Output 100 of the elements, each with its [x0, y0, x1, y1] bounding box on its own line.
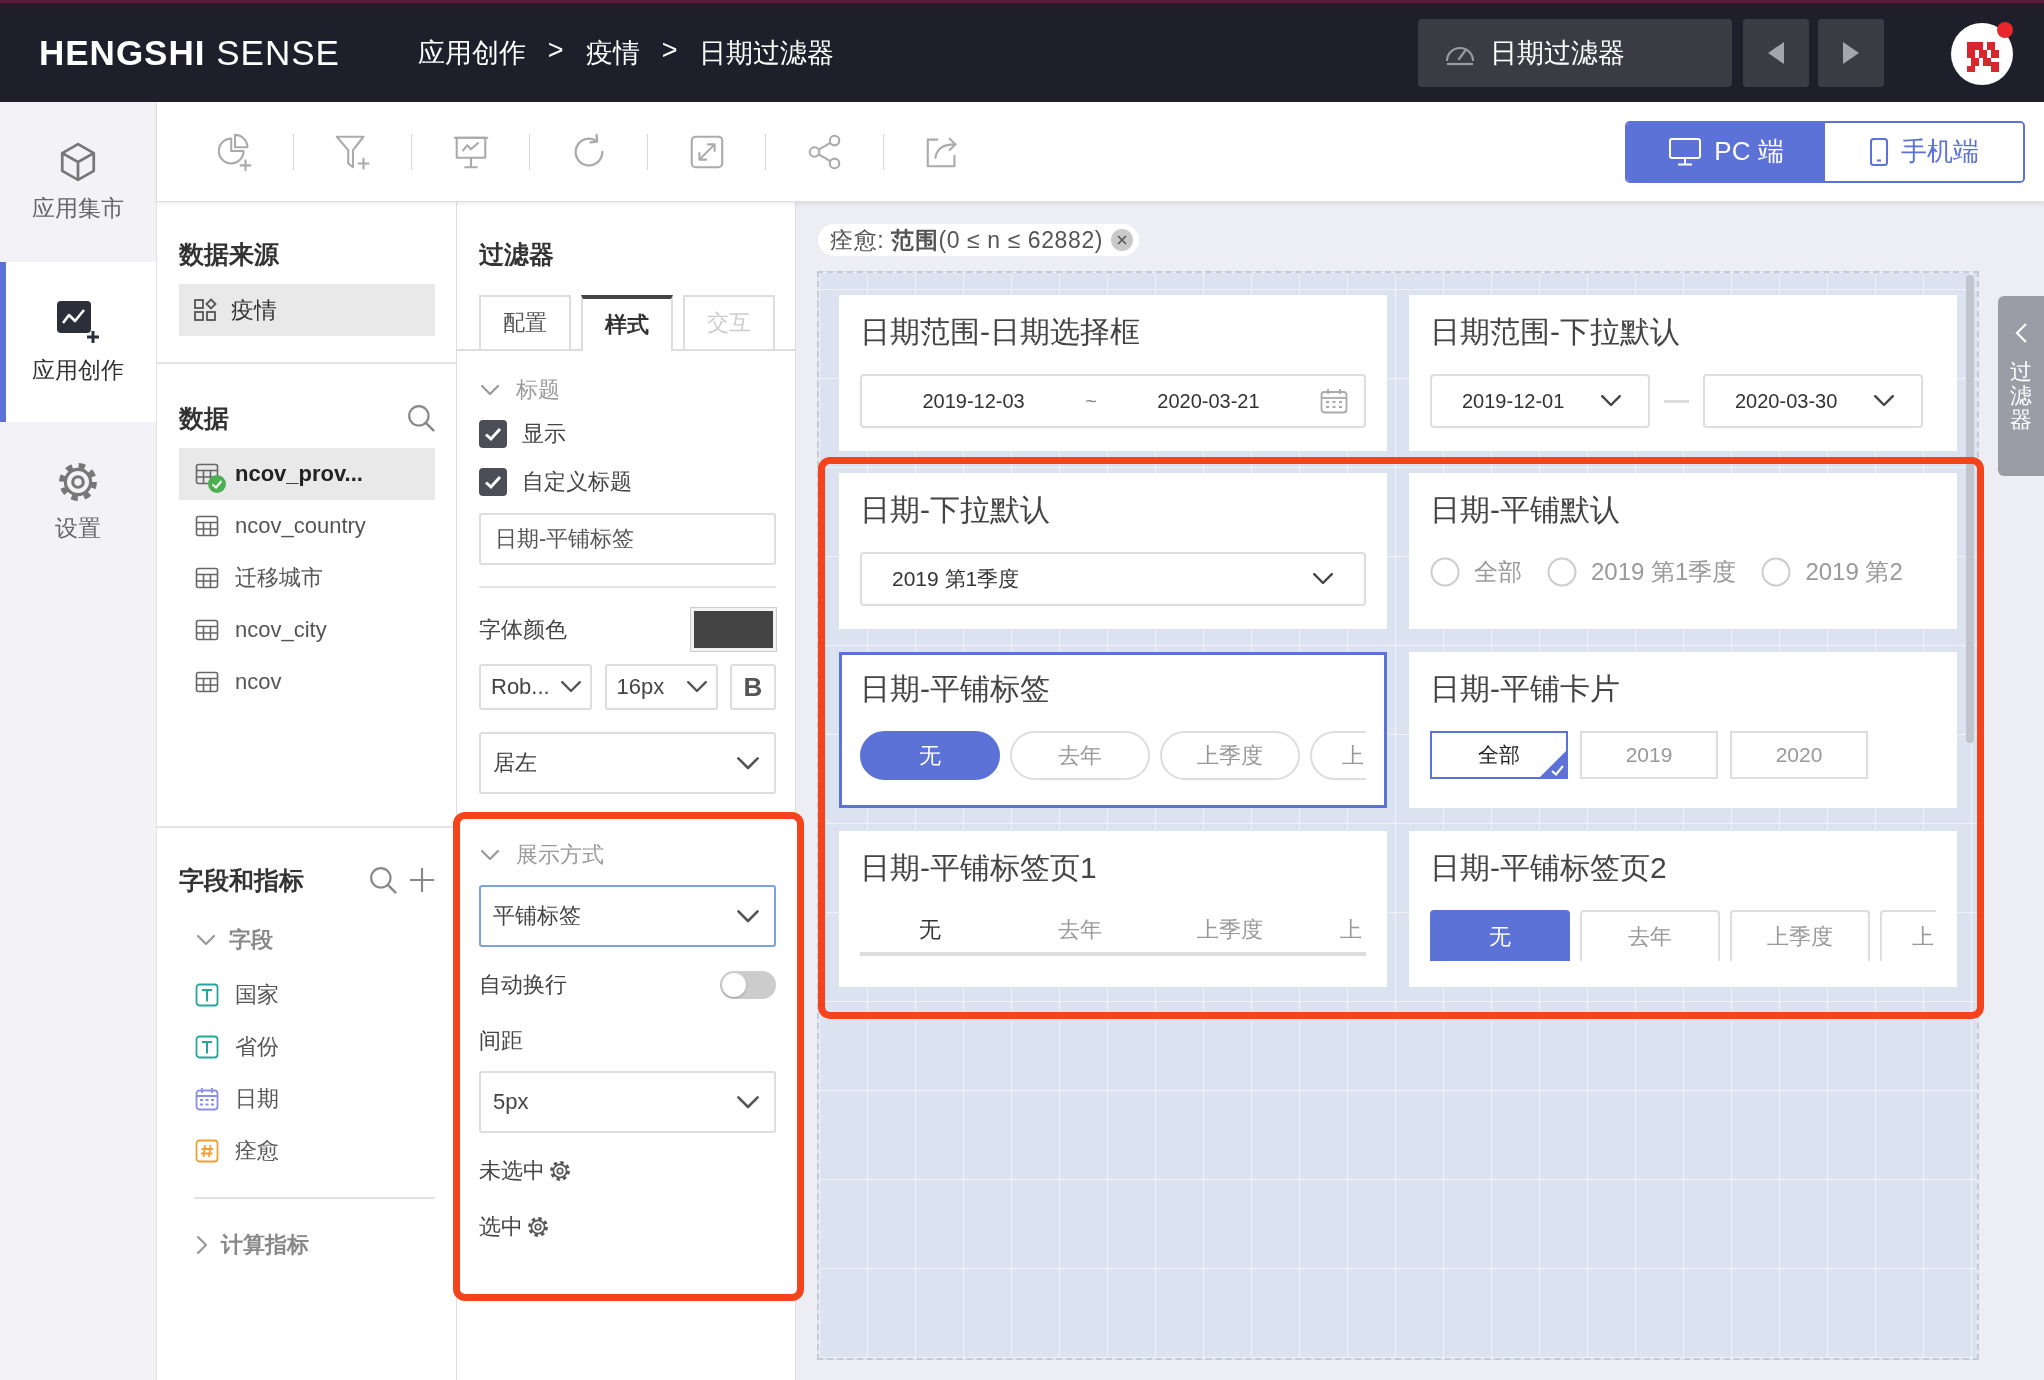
chevron-down-icon	[480, 384, 500, 396]
card-option[interactable]: 全部	[1430, 731, 1568, 779]
field-group-toggle[interactable]: 计算指标	[179, 1223, 435, 1267]
card-title: 日期-下拉默认	[860, 493, 1051, 527]
close-icon[interactable]	[1111, 229, 1134, 251]
card-title: 日期-平铺卡片	[1430, 672, 1621, 706]
bold-button[interactable]: B	[730, 664, 776, 710]
section-heading: 数据	[179, 403, 229, 434]
tab-option[interactable]: 无	[860, 907, 1000, 952]
tab-option[interactable]: 无	[1430, 910, 1570, 961]
gear-icon	[57, 460, 99, 503]
previous-button[interactable]	[1743, 18, 1809, 87]
title-input-field[interactable]: 日期-平铺标签	[479, 513, 776, 565]
table-item[interactable]: ncov	[179, 656, 435, 708]
spacing-select[interactable]: 5px	[479, 1071, 776, 1133]
field-label: 字体颜色	[479, 615, 567, 644]
plus-icon[interactable]	[409, 867, 435, 893]
sidebar-item[interactable]: 应用集市	[0, 102, 156, 262]
card-title: 日期-平铺标签页1	[860, 851, 1098, 885]
gear-icon[interactable]	[527, 1216, 549, 1238]
card-title: 日期范围-下拉默认	[1430, 315, 1681, 349]
radio-label: 2019 第1季度	[1591, 557, 1737, 587]
table-item[interactable]: ncov_prov...	[179, 448, 435, 500]
phone-icon	[1869, 136, 1889, 167]
chart-add-icon	[55, 298, 101, 345]
next-button[interactable]	[1818, 18, 1884, 87]
sidebar-item[interactable]: 应用创作	[0, 262, 156, 422]
search-icon[interactable]	[407, 404, 435, 432]
table-item[interactable]: 迁移城市	[179, 552, 435, 604]
checkbox-label: 显示	[522, 420, 566, 448]
field-group-toggle[interactable]: 字段	[179, 918, 435, 962]
table-item[interactable]: ncov_city	[179, 604, 435, 656]
field-label: 间距	[479, 1027, 524, 1055]
gear-icon[interactable]	[549, 1160, 571, 1182]
field-item[interactable]: 国家	[179, 969, 435, 1021]
align-select[interactable]: 居左	[479, 732, 776, 794]
chevron-down-icon	[1873, 394, 1895, 408]
breadcrumb-link[interactable]: 疫情	[585, 34, 640, 71]
radio-label: 全部	[1474, 557, 1522, 587]
app-logo: HENGSHI SENSE	[39, 32, 340, 73]
field-item[interactable]: 日期	[179, 1073, 435, 1125]
table-icon	[195, 514, 219, 538]
checkbox[interactable]	[479, 420, 507, 448]
section-heading: 过滤器	[479, 239, 555, 270]
radio-button[interactable]	[1761, 557, 1792, 587]
field-item[interactable]: 痊愈	[179, 1125, 435, 1177]
card-title: 日期范围-日期选择框	[860, 315, 1141, 349]
display-mode-select[interactable]: 平铺标签	[479, 885, 776, 947]
chevron-down-icon	[560, 680, 582, 694]
text-type-icon	[195, 983, 219, 1007]
radio-button[interactable]	[1430, 557, 1460, 587]
chevron-right-icon	[196, 1235, 208, 1255]
breadcrumb-separator: >	[661, 34, 678, 67]
hash-icon	[195, 1139, 219, 1163]
date-select[interactable]: 2020-03-30	[1703, 374, 1923, 428]
setting-label: 未选中	[479, 1157, 545, 1185]
date-value: 2020-03-21	[1156, 389, 1261, 413]
breadcrumb-link[interactable]: 日期过滤器	[699, 34, 835, 71]
dashboard-selector[interactable]: 日期过滤器	[1418, 18, 1732, 87]
breadcrumb-separator: >	[547, 34, 564, 67]
panel-tab[interactable]: 配置	[479, 295, 571, 349]
breadcrumb-link[interactable]: 应用创作	[417, 34, 526, 71]
checkbox-label: 自定义标题	[522, 468, 632, 496]
table-icon	[195, 566, 219, 590]
field-item[interactable]: 省份	[179, 1021, 435, 1073]
chevron-down-icon	[196, 934, 216, 946]
font-size-select[interactable]: 16px	[604, 664, 718, 710]
triangle-right-icon	[1843, 41, 1859, 64]
calendar-icon	[1320, 388, 1348, 414]
field-label: 自动换行	[479, 971, 567, 999]
section-heading: 字段和指标	[179, 865, 304, 896]
checkbox[interactable]	[479, 468, 507, 496]
device-tab[interactable]: PC 端	[1627, 122, 1825, 181]
setting-label: 选中	[479, 1213, 523, 1241]
panel-tab[interactable]: 样式	[581, 295, 673, 351]
sidebar-item[interactable]: 设置	[0, 422, 156, 582]
radio-button[interactable]	[1547, 557, 1577, 587]
range-separator: ~	[1085, 389, 1097, 413]
chevron-down-icon	[685, 680, 708, 694]
user-avatar-icon[interactable]	[1950, 19, 2016, 86]
card-title: 日期-平铺默认	[1430, 493, 1621, 527]
calendar-icon	[195, 1087, 219, 1111]
table-item[interactable]: ncov_country	[179, 500, 435, 552]
date-value: 2019-12-03	[921, 389, 1026, 413]
toggle-switch[interactable]	[720, 971, 776, 999]
tag-option[interactable]: 无	[860, 731, 1000, 780]
font-family-select[interactable]: Rob...	[479, 664, 592, 710]
chevron-down-icon	[1312, 572, 1334, 586]
period-select[interactable]: 2019 第1季度	[860, 552, 1366, 606]
chevron-down-icon	[736, 1094, 760, 1110]
triangle-left-icon	[1768, 41, 1784, 64]
table-icon	[195, 618, 219, 642]
date-range-field[interactable]: 2019-12-03 ~ 2020-03-21	[860, 374, 1366, 428]
search-icon[interactable]	[369, 866, 397, 894]
data-source-item[interactable]: 疫情	[179, 284, 435, 336]
date-select[interactable]: 2019-12-01	[1430, 374, 1650, 428]
color-swatch[interactable]	[691, 608, 776, 651]
card-title: 日期-平铺标签页2	[1430, 851, 1668, 885]
scrollbar-thumb[interactable]	[1966, 275, 1974, 743]
apps-icon	[193, 298, 217, 322]
